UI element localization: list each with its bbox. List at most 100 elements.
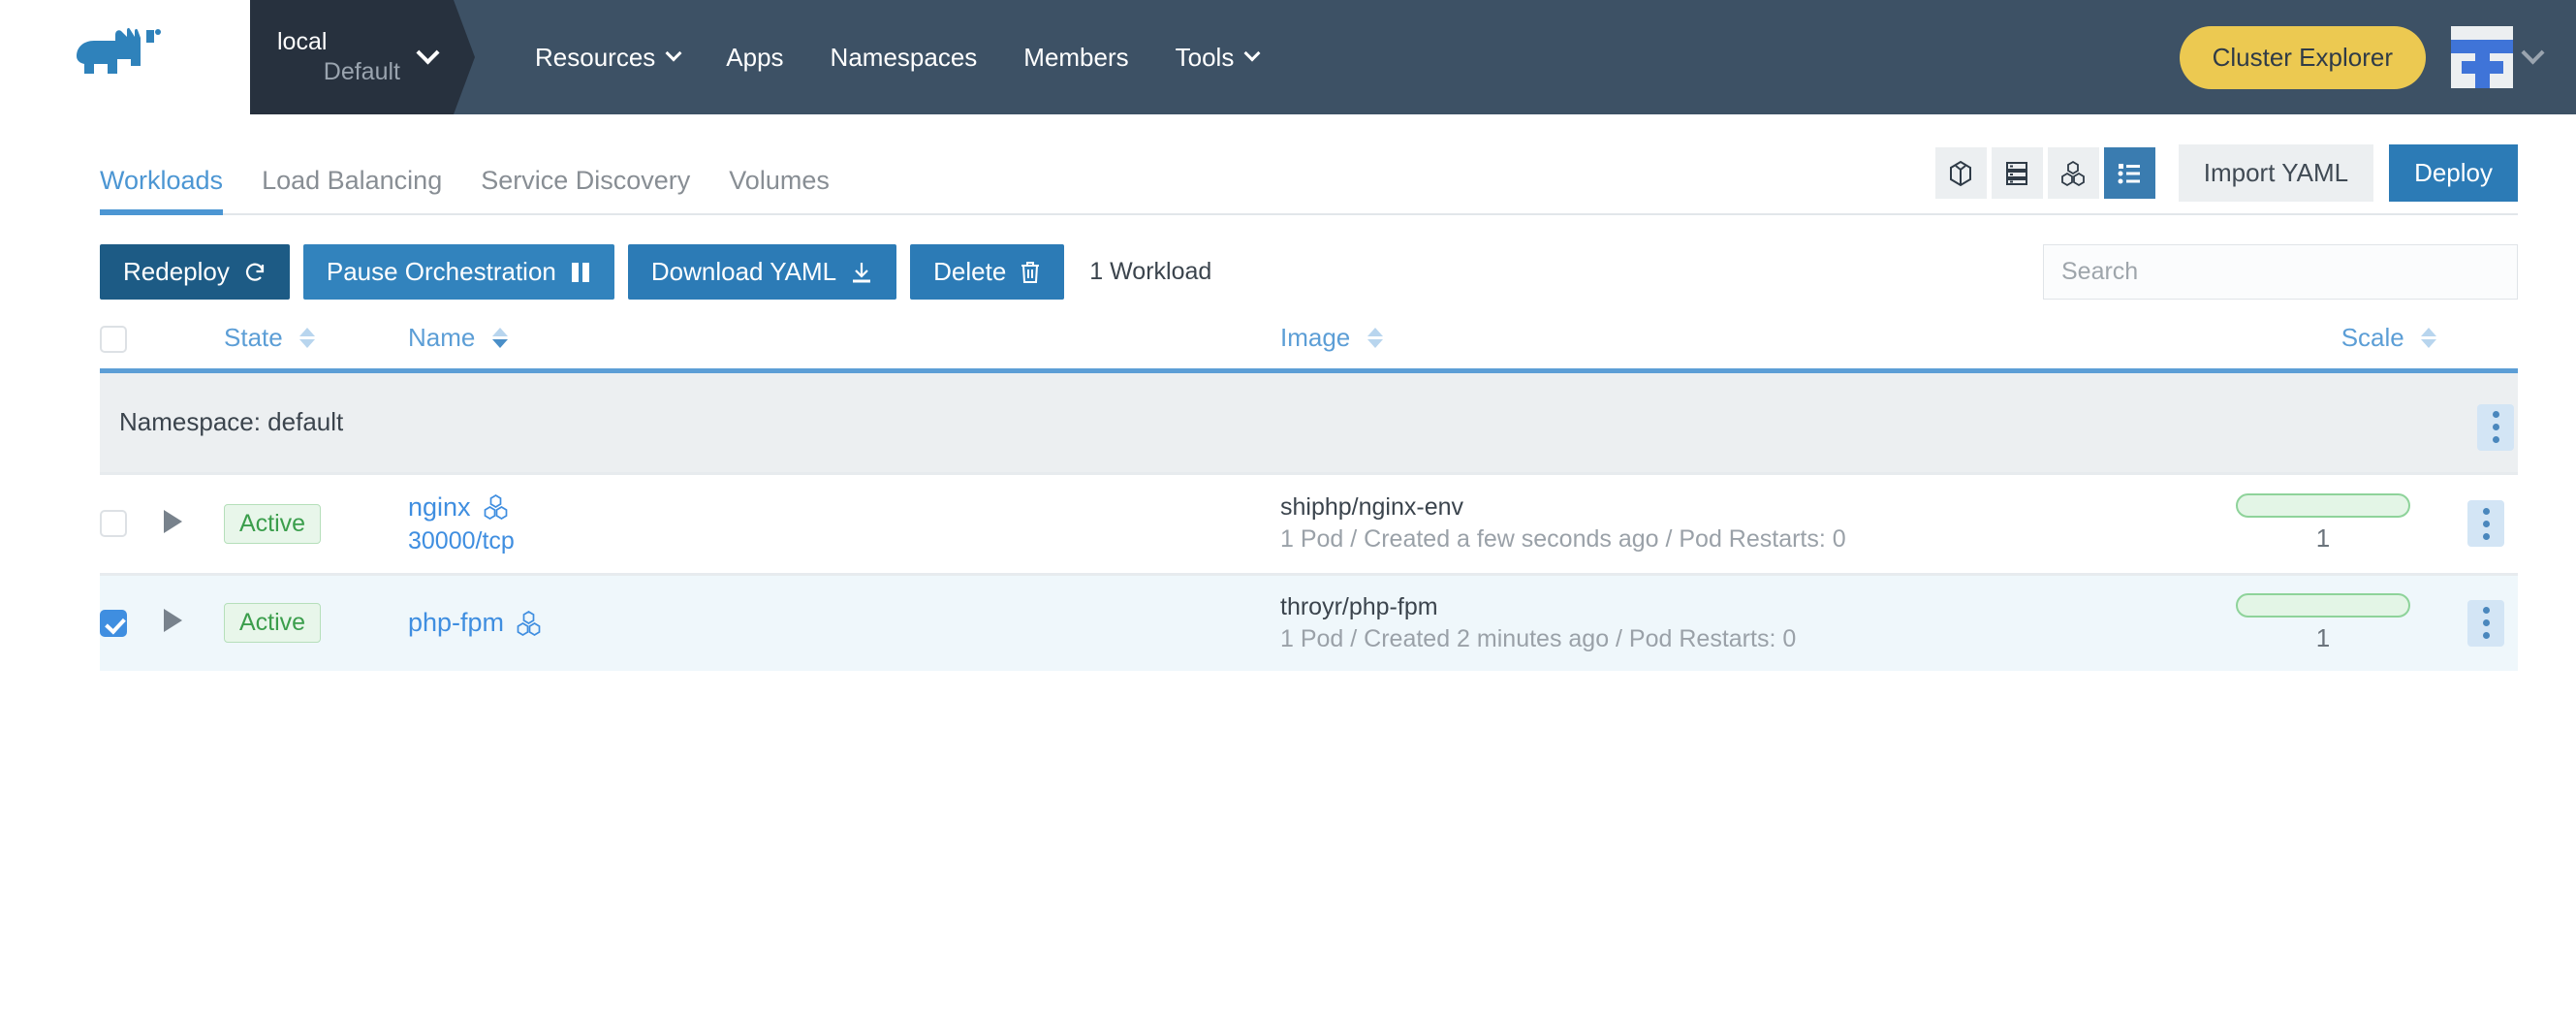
pause-icon xyxy=(571,262,589,282)
logo-zone[interactable] xyxy=(0,0,250,114)
tab-load-balancing[interactable]: Load Balancing xyxy=(242,166,461,215)
row-checkbox[interactable] xyxy=(100,609,127,637)
download-icon xyxy=(853,262,871,282)
namespace-actions-cell xyxy=(2454,370,2518,474)
kebab-menu-icon[interactable] xyxy=(2467,599,2504,647)
image-name: throyr/php-fpm xyxy=(1280,592,1438,620)
expand-row-icon[interactable] xyxy=(164,509,182,533)
select-all-checkbox[interactable] xyxy=(100,326,127,354)
sort-icon[interactable] xyxy=(298,327,315,348)
avatar xyxy=(2451,26,2513,88)
redeploy-button[interactable]: Redeploy xyxy=(100,244,290,300)
namespace-group-label: Namespace: default xyxy=(100,370,2454,474)
sort-icon[interactable] xyxy=(1367,327,1383,348)
tab-workloads[interactable]: Workloads xyxy=(100,166,242,215)
column-header-name[interactable]: Name xyxy=(408,323,1280,371)
row-state-cell: Active xyxy=(224,471,408,575)
row-state-cell: Active xyxy=(224,572,408,671)
rancher-logo xyxy=(77,27,161,75)
pause-label: Pause Orchestration xyxy=(326,257,556,286)
row-checkbox[interactable] xyxy=(100,510,127,538)
nav-item-namespaces[interactable]: Namespaces xyxy=(807,43,1001,73)
column-header-state[interactable]: State xyxy=(224,323,408,371)
cluster-selector[interactable]: local Default xyxy=(250,0,475,114)
chevron-down-icon xyxy=(1243,45,1261,62)
table-row[interactable]: Active nginx 30000/tcp shiphp/nginx-env … xyxy=(100,471,2518,575)
download-yaml-button[interactable]: Download YAML xyxy=(627,244,897,300)
workload-name-link[interactable]: php-fpm xyxy=(408,608,504,638)
image-detail: 1 Pod / Created 2 minutes ago / Pod Rest… xyxy=(1280,624,1797,652)
workload-count: 1 Workload xyxy=(1089,258,1212,285)
sort-icon[interactable] xyxy=(491,327,508,348)
expand-row-icon[interactable] xyxy=(164,609,182,633)
cluster-project: Default xyxy=(323,58,400,85)
column-header-image[interactable]: Image xyxy=(1280,323,2192,371)
scale-bar xyxy=(2236,493,2410,519)
column-header-scale[interactable]: Scale xyxy=(2192,323,2454,371)
select-all-header xyxy=(100,323,164,371)
namespace-group-row: Namespace: default xyxy=(100,370,2518,474)
tab-label: Service Discovery xyxy=(481,166,691,195)
column-label: Name xyxy=(408,323,476,353)
workload-name-link[interactable]: nginx xyxy=(408,492,471,523)
user-menu[interactable] xyxy=(2451,26,2545,88)
kebab-menu-icon[interactable] xyxy=(2477,403,2514,451)
column-label: Scale xyxy=(2340,323,2404,353)
cluster-name: local xyxy=(277,27,328,55)
import-yaml-button[interactable]: Import YAML xyxy=(2178,144,2374,202)
cluster-nodes-icon[interactable] xyxy=(2047,147,2099,199)
nav-label: Namespaces xyxy=(830,42,978,72)
header-right: Cluster Explorer xyxy=(2179,0,2576,114)
nav-item-members[interactable]: Members xyxy=(1000,43,1151,73)
nav-item-apps[interactable]: Apps xyxy=(703,43,806,73)
download-label: Download YAML xyxy=(650,257,837,286)
bulk-action-bar: Redeploy Pause Orchestration Download YA… xyxy=(0,244,2576,300)
server-stack-icon[interactable] xyxy=(1991,147,2043,199)
nav-label: Tools xyxy=(1175,42,1235,72)
tab-service-discovery[interactable]: Service Discovery xyxy=(461,166,709,215)
nav-item-tools[interactable]: Tools xyxy=(1152,43,1282,73)
workload-port-link[interactable]: 30000/tcp xyxy=(408,527,515,555)
workloads-table: State Name Image Scale Namespace: defaul… xyxy=(100,323,2518,671)
row-name-cell: php-fpm xyxy=(408,572,1280,671)
name-line: nginx xyxy=(408,492,1280,523)
column-label: State xyxy=(224,323,283,353)
image-detail: 1 Pod / Created a few seconds ago / Pod … xyxy=(1280,525,1846,554)
nav-links: Resources Apps Namespaces Members Tools xyxy=(454,0,1281,114)
sort-icon[interactable] xyxy=(2421,327,2436,348)
row-actions-cell xyxy=(2454,471,2518,575)
chevron-down-icon xyxy=(2521,40,2545,65)
redeploy-icon xyxy=(245,263,264,281)
table-row[interactable]: Active php-fpm throyr/php-fpm 1 Pod / Cr… xyxy=(100,572,2518,671)
expand-header xyxy=(164,323,224,371)
scale-bar xyxy=(2236,592,2410,618)
deploy-button[interactable]: Deploy xyxy=(2389,144,2518,202)
chevron-down-icon xyxy=(665,45,682,62)
tab-volumes[interactable]: Volumes xyxy=(709,166,849,215)
nav-item-resources[interactable]: Resources xyxy=(512,43,703,73)
scale-value: 1 xyxy=(2315,523,2331,554)
chevron-down-icon xyxy=(416,40,440,65)
cluster-explorer-button[interactable]: Cluster Explorer xyxy=(2179,25,2426,89)
status-badge: Active xyxy=(224,503,322,544)
top-header: local Default Resources Apps Namespaces … xyxy=(0,0,2576,114)
search-input[interactable] xyxy=(2043,244,2518,300)
row-image-cell: shiphp/nginx-env 1 Pod / Created a few s… xyxy=(1280,471,2192,575)
actions-header xyxy=(2454,323,2518,371)
tab-label: Workloads xyxy=(100,166,224,195)
view-toggle-group xyxy=(1934,147,2155,199)
kebab-menu-icon[interactable] xyxy=(2467,500,2504,548)
nav-label: Resources xyxy=(535,42,656,72)
nav-label: Apps xyxy=(726,42,784,72)
row-name-cell: nginx 30000/tcp xyxy=(408,471,1280,575)
row-select-cell xyxy=(100,572,164,671)
cluster-names: local Default xyxy=(277,27,414,88)
status-badge: Active xyxy=(224,603,322,644)
pause-orchestration-button[interactable]: Pause Orchestration xyxy=(302,244,614,300)
column-label: Image xyxy=(1280,323,1351,353)
delete-button[interactable]: Delete xyxy=(910,244,1065,300)
list-view-icon[interactable] xyxy=(2103,147,2155,199)
cube-icon[interactable] xyxy=(1934,147,1987,199)
row-scale-cell: 1 xyxy=(2192,471,2454,575)
row-image-cell: throyr/php-fpm 1 Pod / Created 2 minutes… xyxy=(1280,572,2192,671)
